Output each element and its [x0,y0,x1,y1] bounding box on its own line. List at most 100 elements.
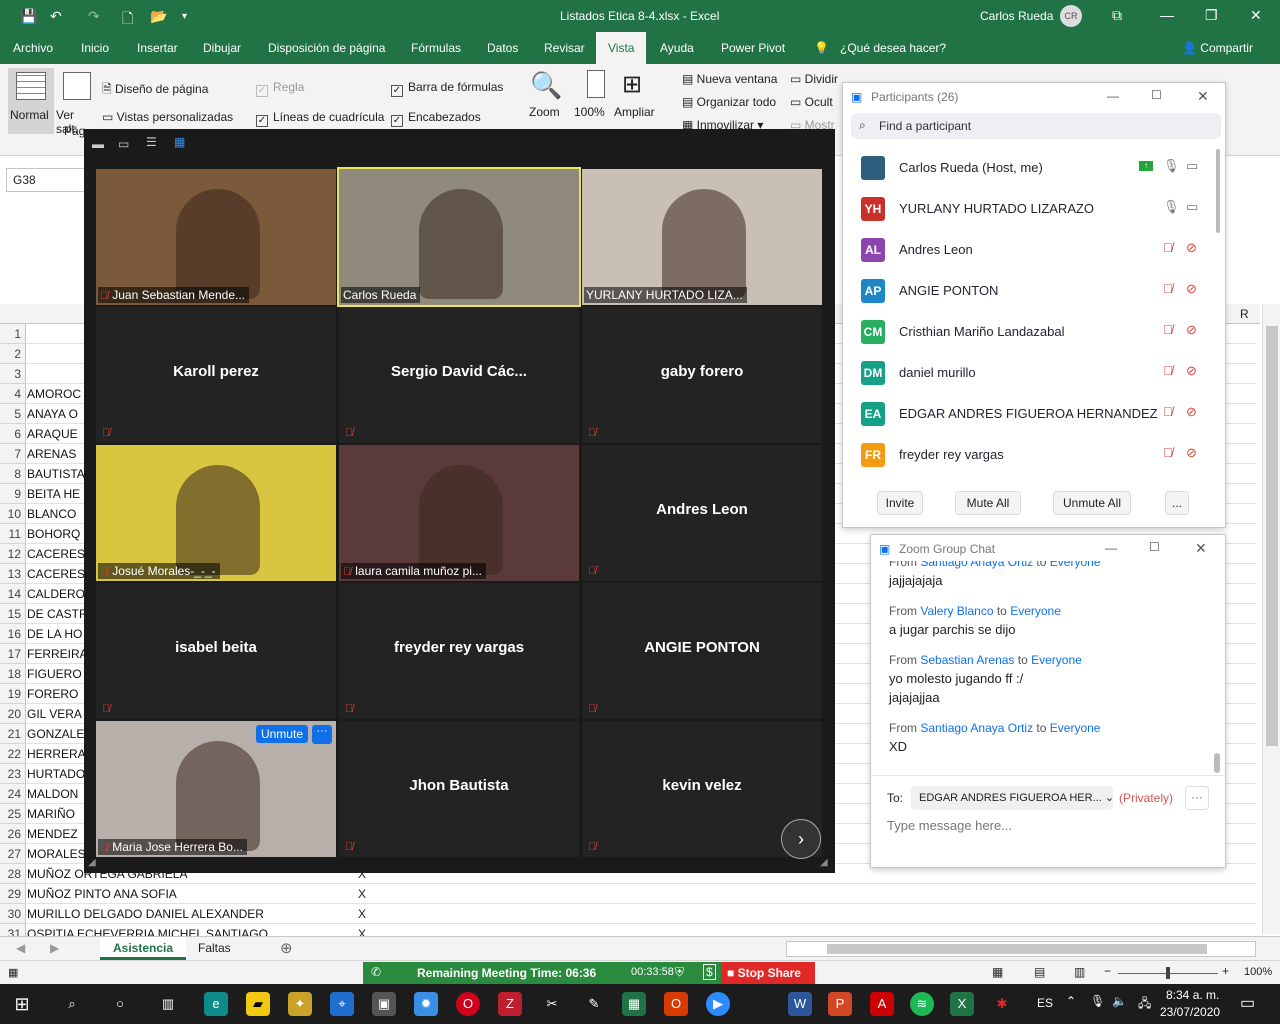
video-tile[interactable]: YURLANY HURTADO LIZA... [582,169,822,305]
security-icon[interactable]: ⛨ [675,965,684,980]
gallery-view-icon[interactable]: ▦ [174,135,185,149]
participant-scrollbar[interactable] [1216,149,1220,233]
tab-formulas[interactable]: Fórmulas [411,41,461,55]
cell-name[interactable]: MUÑOZ PINTO ANA SOFIA [27,884,317,904]
zoom-icon[interactable]: 🔍 [530,70,562,101]
chevron-up-icon[interactable]: ⌃ [1066,994,1076,1008]
maximize-icon[interactable]: ☐ [1151,88,1162,102]
photos-icon[interactable]: ✹ [414,992,438,1016]
row-header[interactable]: 27 [0,844,26,864]
row-header[interactable]: 28 [0,864,26,884]
participant-search-input[interactable]: ⌕ Find a participant [851,113,1221,139]
gridlines-checkbox[interactable]: ✓ Líneas de cuadrícula [256,110,384,127]
scrollbar-thumb[interactable] [1266,326,1278,746]
name-box[interactable]: G38 [6,168,86,192]
video-off-icon[interactable]: ⊘ [1186,404,1197,420]
new-window-button[interactable]: ▤ Nueva ventana [682,72,777,86]
arrange-all-button[interactable]: ▤ Organizar todo [682,95,776,109]
row-header[interactable]: 2 [0,344,26,364]
minimize-icon[interactable]: — [1160,7,1174,23]
store-icon[interactable]: ▣ [372,992,396,1016]
participant-row[interactable]: CM Cristhian Mariño Landazabal 🎙̸ ⊘ [843,311,1213,351]
ruler-checkbox[interactable]: ✓ Regla [256,80,304,97]
vertical-scrollbar[interactable] [1262,304,1280,934]
muted-mic-icon[interactable]: 🎙̸ [1163,445,1173,460]
video-tile[interactable]: isabel beita 🎙̸ [96,583,336,719]
word-icon[interactable]: W [788,992,812,1016]
avatar[interactable]: CR [1060,5,1082,27]
row-header[interactable]: 19 [0,684,26,704]
close-icon[interactable]: ✕ [1197,88,1209,105]
close-icon[interactable]: ✕ [1250,7,1262,24]
invite-button[interactable]: Invite [877,491,923,515]
recipient-name[interactable]: Everyone [1050,721,1101,735]
normal-view-button[interactable]: Normal [8,68,54,134]
recipient-select[interactable]: EDGAR ANDRES FIGUEROA HER... ⌄ [911,786,1114,810]
video-tile[interactable]: Carlos Rueda [337,167,581,307]
tab-disposicion[interactable]: Disposición de página [268,41,385,55]
excel-icon[interactable]: X [950,992,974,1016]
snip-icon[interactable]: ✂ [540,992,564,1016]
video-tile[interactable]: Andres Leon 🎙̸ [582,445,822,581]
row-header[interactable]: 15 [0,604,26,624]
row-header[interactable]: 18 [0,664,26,684]
share-button[interactable]: 👤 Compartir [1182,41,1253,55]
recipient-name[interactable]: Everyone [1031,653,1082,667]
cell-attendance[interactable]: X [358,904,366,924]
muted-mic-icon[interactable]: 🎙̸ [1163,404,1173,419]
row-header[interactable]: 26 [0,824,26,844]
tab-power-pivot[interactable]: Power Pivot [721,41,785,55]
redo-icon[interactable]: ↷ [88,8,100,25]
row-header[interactable]: 14 [0,584,26,604]
video-tile[interactable]: ANGIE PONTON 🎙̸ [582,583,822,719]
stop-share-button[interactable]: ■ Stop Share [721,962,815,984]
sender-name[interactable]: Santiago Anaya Ortiz [920,561,1033,569]
video-off-icon[interactable]: ⊘ [1186,363,1197,379]
participant-row[interactable]: YH YURLANY HURTADO LIZARAZO 🎙 ▭ [843,188,1213,228]
spotify-icon[interactable]: ≋ [910,992,934,1016]
open-folder-icon[interactable]: 📂 [150,8,167,25]
mic-icon[interactable]: 🎙 [1163,199,1180,215]
sender-name[interactable]: Santiago Anaya Ortiz [920,721,1033,735]
next-sheet-icon[interactable]: ▶ [50,941,59,955]
row-header[interactable]: 4 [0,384,26,404]
row-header[interactable]: 6 [0,424,26,444]
row-header[interactable]: 10 [0,504,26,524]
zoom-selection-button[interactable]: Ampliar [614,105,655,119]
message-input[interactable]: Type message here... [887,818,1207,838]
speaker-view-icon[interactable]: ▭ [118,137,129,151]
page-break-icon[interactable]: ▥ [1074,965,1085,979]
video-tile[interactable]: 🎙̸ Josué Morales-_-_- [96,445,336,581]
feedback-icon[interactable]: ✎ [582,992,606,1016]
maximize-icon[interactable]: ☐ [1149,540,1160,554]
acrobat-icon[interactable]: A [870,992,894,1016]
row-header[interactable]: 29 [0,884,26,904]
ribbon-display-icon[interactable]: ⧉ [1112,7,1122,24]
participant-row[interactable]: DM daniel murillo 🎙̸ ⊘ [843,352,1213,392]
row-header[interactable]: 30 [0,904,26,924]
unmute-all-button[interactable]: Unmute All [1053,491,1131,515]
search-icon[interactable]: ⌕ [60,992,84,1016]
zoom-app-icon[interactable]: ▶ [706,992,730,1016]
video-off-icon[interactable]: ⊘ [1186,240,1197,256]
powerpoint-icon[interactable]: P [828,992,852,1016]
tab-ayuda[interactable]: Ayuda [660,41,694,55]
row-header[interactable]: 3 [0,364,26,384]
tab-archivo[interactable]: Archivo [13,41,53,55]
maps-icon[interactable]: ⌖ [330,992,354,1016]
video-tile[interactable]: 🎙̸ Juan Sebastian Mende... [96,169,336,305]
unmute-button[interactable]: Unmute [255,725,308,743]
row-header[interactable]: 11 [0,524,26,544]
row-header[interactable]: 16 [0,624,26,644]
row-header[interactable]: 9 [0,484,26,504]
row-header[interactable]: 23 [0,764,26,784]
chat-more-button[interactable]: ··· [1185,786,1209,810]
row-header[interactable]: 17 [0,644,26,664]
undo-icon[interactable]: ↶ [50,8,62,25]
page-layout-button[interactable]: 🗎 Diseño de página [102,80,208,101]
task-view-icon[interactable]: ▥ [156,992,180,1016]
tab-vista[interactable]: Vista [608,41,634,55]
new-file-icon[interactable]: 🗋 [122,8,133,32]
volume-icon[interactable]: 🔈 [1112,994,1127,1008]
muted-mic-icon[interactable]: 🎙̸ [1163,240,1173,255]
